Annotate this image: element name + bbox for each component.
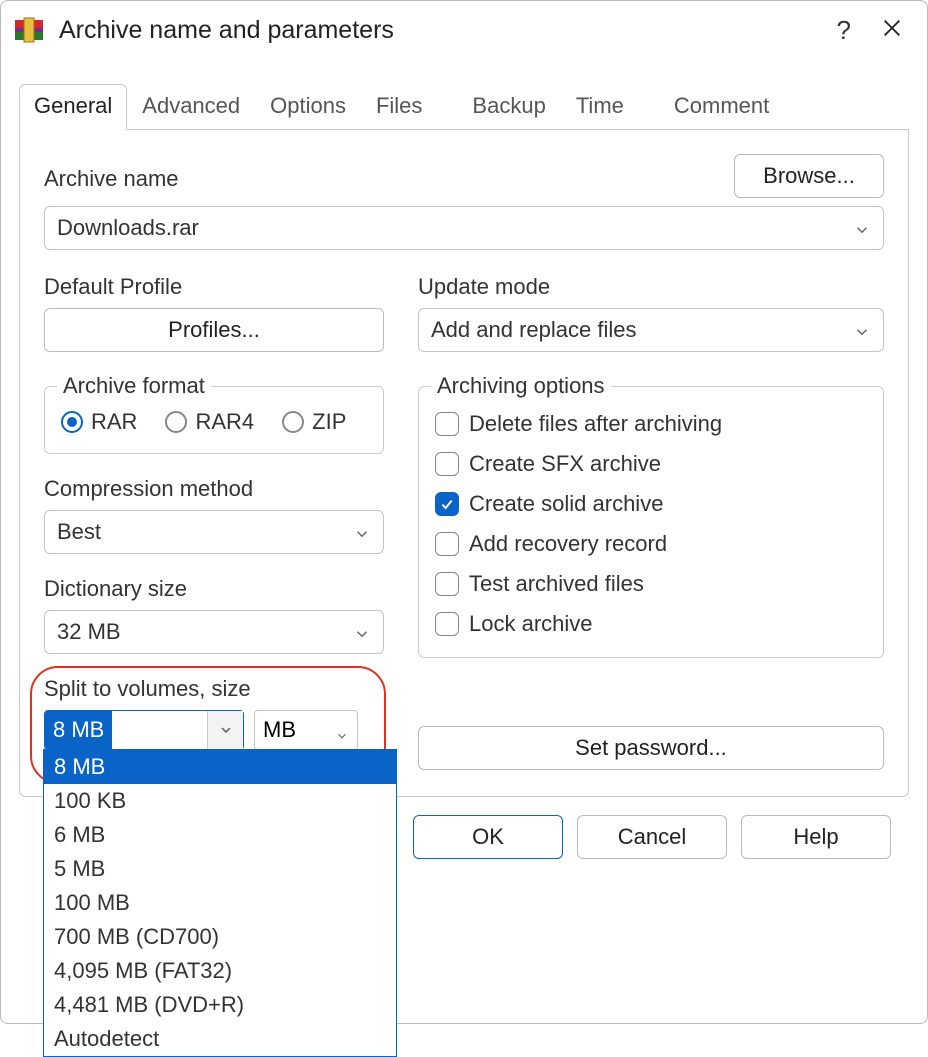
cancel-button[interactable]: Cancel [577, 815, 727, 859]
default-profile-label: Default Profile [44, 274, 384, 300]
help-icon[interactable]: ? [837, 15, 851, 46]
chevron-down-icon[interactable] [207, 711, 243, 749]
set-password-button[interactable]: Set password... [418, 726, 884, 770]
archive-name-label: Archive name [44, 166, 734, 192]
window-title: Archive name and parameters [59, 16, 837, 45]
split-size-dropdown[interactable]: 8 MB100 KB6 MB5 MB100 MB700 MB (CD700)4,… [43, 749, 397, 1057]
checkbox-option[interactable]: Create solid archive [435, 491, 867, 517]
compression-method-value: Best [57, 519, 101, 545]
radio-rar[interactable]: RAR [61, 409, 137, 435]
checkbox-icon [435, 532, 459, 556]
dropdown-option[interactable]: Autodetect [44, 1022, 396, 1056]
radio-rar-label: RAR [91, 409, 137, 435]
radio-rar4[interactable]: RAR4 [165, 409, 254, 435]
checkbox-label: Add recovery record [469, 531, 667, 557]
dropdown-option[interactable]: 5 MB [44, 852, 396, 886]
archiving-options-label: Archiving options [431, 373, 611, 399]
close-icon[interactable] [881, 15, 903, 46]
dialog-body: General Advanced Options Files Backup Ti… [1, 55, 927, 1023]
tab-time[interactable]: Time [561, 84, 639, 130]
checkbox-label: Create SFX archive [469, 451, 661, 477]
dictionary-size-label: Dictionary size [44, 576, 384, 602]
checkbox-option[interactable]: Delete files after archiving [435, 411, 867, 437]
checkbox-icon [435, 572, 459, 596]
checkbox-option[interactable]: Lock archive [435, 611, 867, 637]
tabstrip: General Advanced Options Files Backup Ti… [19, 83, 909, 130]
compression-method-label: Compression method [44, 476, 384, 502]
radio-rar4-label: RAR4 [195, 409, 254, 435]
tab-general[interactable]: General [19, 84, 127, 130]
archiving-options-list: Delete files after archiving Create SFX a… [435, 405, 867, 637]
radio-dot-icon [61, 411, 83, 433]
chevron-down-icon [353, 623, 371, 641]
ok-button[interactable]: OK [413, 815, 563, 859]
split-unit-select[interactable]: MB [254, 710, 358, 750]
radio-dot-icon [282, 411, 304, 433]
checkbox-icon [435, 492, 459, 516]
chevron-down-icon [853, 321, 871, 339]
compression-method-select[interactable]: Best [44, 510, 384, 554]
checkbox-label: Lock archive [469, 611, 593, 637]
tab-advanced[interactable]: Advanced [127, 84, 255, 130]
app-icon [13, 14, 45, 46]
titlebar: Archive name and parameters ? [1, 1, 927, 55]
checkbox-icon [435, 612, 459, 636]
split-size-input[interactable]: 8 MB [44, 710, 244, 750]
chevron-down-icon [335, 723, 349, 737]
dialog-window: Archive name and parameters ? General Ad… [0, 0, 928, 1024]
checkbox-option[interactable]: Create SFX archive [435, 451, 867, 477]
chevron-down-icon [853, 219, 871, 237]
checkbox-option[interactable]: Test archived files [435, 571, 867, 597]
update-mode-value: Add and replace files [431, 317, 636, 343]
dictionary-size-select[interactable]: 32 MB [44, 610, 384, 654]
profiles-button[interactable]: Profiles... [44, 308, 384, 352]
archive-format-label: Archive format [57, 373, 211, 399]
dropdown-option[interactable]: 100 KB [44, 784, 396, 818]
split-unit-value: MB [263, 717, 296, 743]
checkbox-icon [435, 452, 459, 476]
radio-zip[interactable]: ZIP [282, 409, 346, 435]
browse-button[interactable]: Browse... [734, 154, 884, 198]
update-mode-select[interactable]: Add and replace files [418, 308, 884, 352]
checkbox-icon [435, 412, 459, 436]
split-volumes-label: Split to volumes, size [44, 676, 384, 702]
radio-zip-label: ZIP [312, 409, 346, 435]
dropdown-option[interactable]: 4,481 MB (DVD+R) [44, 988, 396, 1022]
tab-comment[interactable]: Comment [659, 84, 784, 130]
checkbox-label: Create solid archive [469, 491, 663, 517]
split-size-value: 8 MB [45, 711, 112, 749]
archive-name-input[interactable]: Downloads.rar [44, 206, 884, 250]
tab-files[interactable]: Files [361, 84, 437, 130]
dropdown-option[interactable]: 6 MB [44, 818, 396, 852]
help-button[interactable]: Help [741, 815, 891, 859]
dropdown-option[interactable]: 100 MB [44, 886, 396, 920]
archive-name-value: Downloads.rar [57, 215, 199, 241]
dropdown-option[interactable]: 4,095 MB (FAT32) [44, 954, 396, 988]
dictionary-size-value: 32 MB [57, 619, 121, 645]
update-mode-label: Update mode [418, 274, 884, 300]
checkbox-label: Delete files after archiving [469, 411, 722, 437]
tab-options[interactable]: Options [255, 84, 361, 130]
checkbox-label: Test archived files [469, 571, 644, 597]
tab-content-general: Archive name Browse... Downloads.rar Def… [19, 130, 909, 797]
checkbox-option[interactable]: Add recovery record [435, 531, 867, 557]
radio-dot-icon [165, 411, 187, 433]
tab-backup[interactable]: Backup [457, 84, 560, 130]
dropdown-option[interactable]: 700 MB (CD700) [44, 920, 396, 954]
dropdown-option[interactable]: 8 MB [44, 750, 396, 784]
chevron-down-icon [353, 523, 371, 541]
